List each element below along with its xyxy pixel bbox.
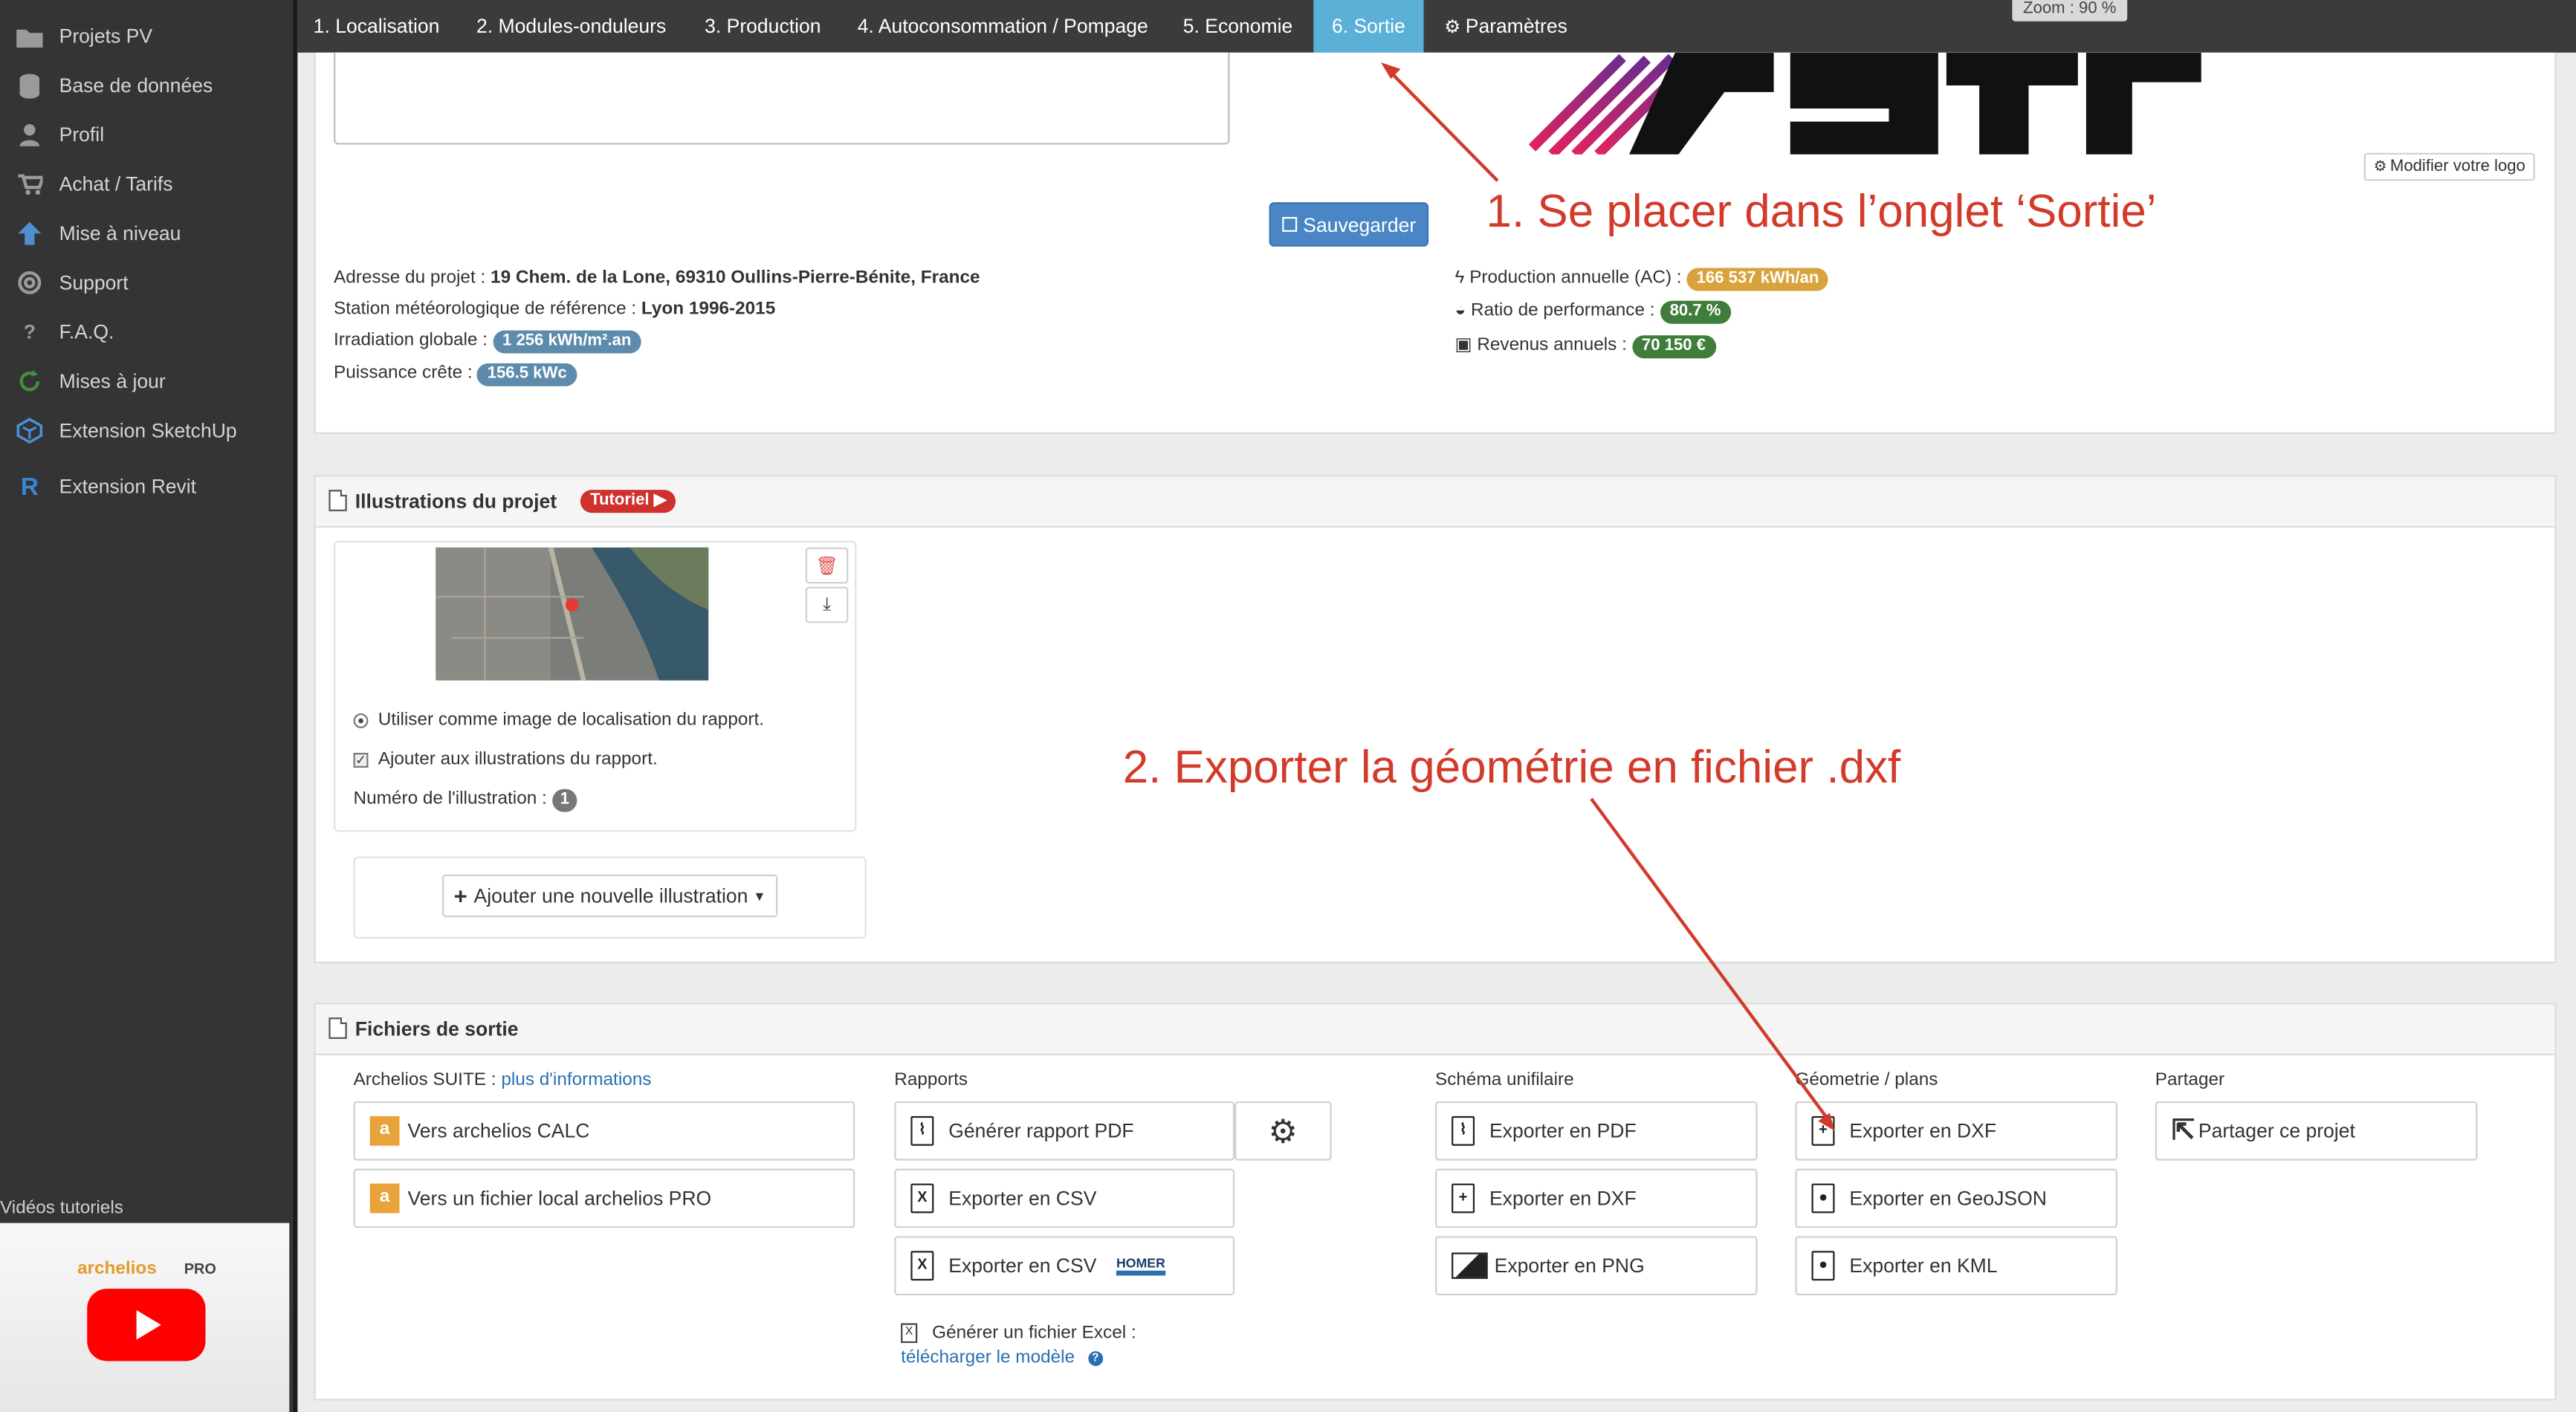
annotation-arrows bbox=[1380, 62, 1835, 1131]
annotation-step-2: 2. Exporter la géométrie en fichier .dxf bbox=[1122, 741, 1901, 793]
annotation-step-1: 1. Se placer dans l’onglet ‘Sortie’ bbox=[1486, 185, 2157, 237]
app-window: Projets PV Base de données Profil Achat … bbox=[0, 0, 2576, 1412]
